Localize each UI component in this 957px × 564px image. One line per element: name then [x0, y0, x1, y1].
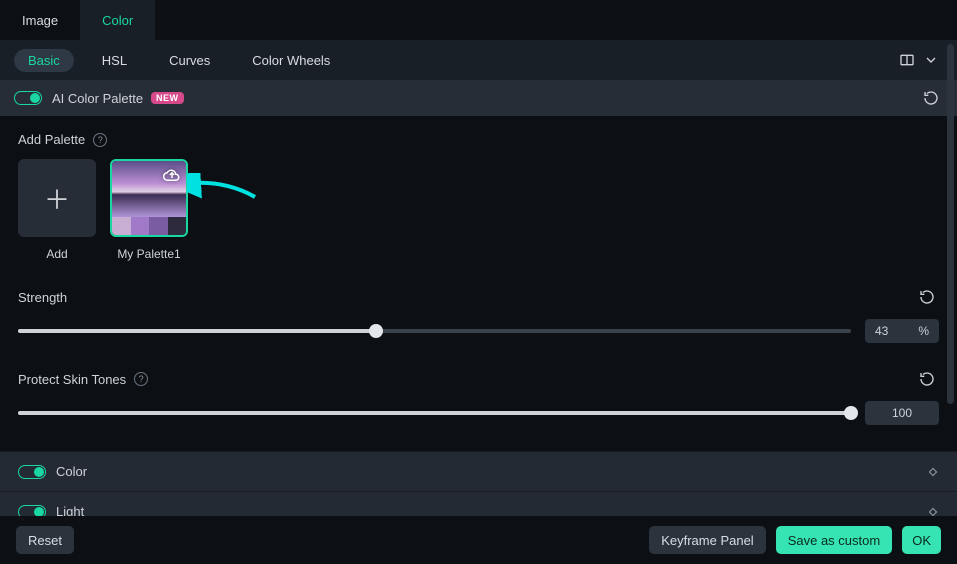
strength-label: Strength: [18, 290, 67, 305]
palette-1-label: My Palette1: [117, 247, 180, 261]
strength-value[interactable]: 43%: [865, 319, 939, 343]
reset-button[interactable]: Reset: [16, 526, 74, 554]
protect-value[interactable]: 100: [865, 401, 939, 425]
save-as-custom-button[interactable]: Save as custom: [776, 526, 893, 554]
subtab-hsl[interactable]: HSL: [88, 49, 141, 72]
add-palette-button[interactable]: ＋: [18, 159, 96, 237]
color-toggle[interactable]: [18, 465, 46, 479]
tab-color[interactable]: Color: [80, 0, 155, 40]
keyframe-panel-button[interactable]: Keyframe Panel: [649, 526, 766, 554]
palette-thumbnail-1[interactable]: [110, 159, 188, 237]
strength-handle[interactable]: [369, 324, 383, 338]
reset-protect-icon[interactable]: [915, 367, 939, 391]
subtab-color-wheels[interactable]: Color Wheels: [238, 49, 344, 72]
tab-image[interactable]: Image: [0, 0, 80, 40]
add-palette-heading: Add Palette: [18, 132, 85, 147]
subtab-basic[interactable]: Basic: [14, 49, 74, 72]
help-icon[interactable]: ?: [93, 133, 107, 147]
ok-button[interactable]: OK: [902, 526, 941, 554]
reset-ai-icon[interactable]: [919, 86, 943, 110]
ai-palette-toggle[interactable]: [14, 91, 42, 105]
protect-label: Protect Skin Tones: [18, 372, 126, 387]
plus-icon: ＋: [44, 180, 70, 217]
compare-icon[interactable]: [895, 48, 919, 72]
ai-palette-label: AI Color Palette: [52, 91, 143, 106]
protect-slider[interactable]: [18, 411, 851, 415]
add-tile-label: Add: [46, 247, 67, 261]
reset-strength-icon[interactable]: [915, 285, 939, 309]
protect-help-icon[interactable]: ?: [134, 372, 148, 386]
protect-handle[interactable]: [844, 406, 858, 420]
keyframe-diamond-color[interactable]: [927, 466, 939, 478]
new-badge: NEW: [151, 92, 184, 104]
subtab-curves[interactable]: Curves: [155, 49, 224, 72]
section-color-label: Color: [56, 464, 87, 479]
section-color[interactable]: Color: [0, 451, 957, 491]
cloud-upload-icon[interactable]: [163, 166, 181, 184]
chevron-down-icon[interactable]: [919, 48, 943, 72]
strength-slider[interactable]: [18, 329, 851, 333]
scrollbar[interactable]: [946, 44, 954, 474]
